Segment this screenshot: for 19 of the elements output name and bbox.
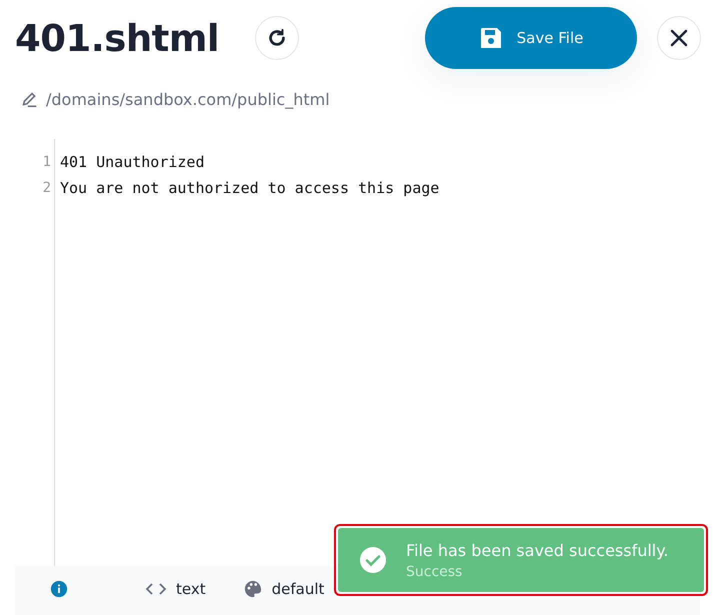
language-mode[interactable]: text <box>176 580 206 598</box>
pencil-icon <box>21 90 38 108</box>
code-line: You are not authorized to access this page <box>60 178 440 199</box>
save-button[interactable]: Save File <box>425 7 637 69</box>
close-icon <box>669 28 689 48</box>
toast-status: Success <box>406 564 464 580</box>
file-path: /domains/sandbox.com/public_html <box>46 90 330 108</box>
toast-message: File has been saved successfully. <box>406 540 669 560</box>
check-circle-icon <box>360 547 386 573</box>
close-button[interactable] <box>657 16 701 60</box>
refresh-button[interactable] <box>255 16 300 60</box>
palette-icon <box>244 580 262 598</box>
line-number: 2 <box>42 179 51 198</box>
line-number: 1 <box>42 153 51 172</box>
editor-theme[interactable]: default <box>272 580 324 598</box>
code-icon <box>146 582 166 596</box>
code-line: 401 Unauthorized <box>60 152 206 173</box>
file-title: 401.shtml <box>15 16 220 60</box>
info-icon[interactable] <box>50 580 68 598</box>
